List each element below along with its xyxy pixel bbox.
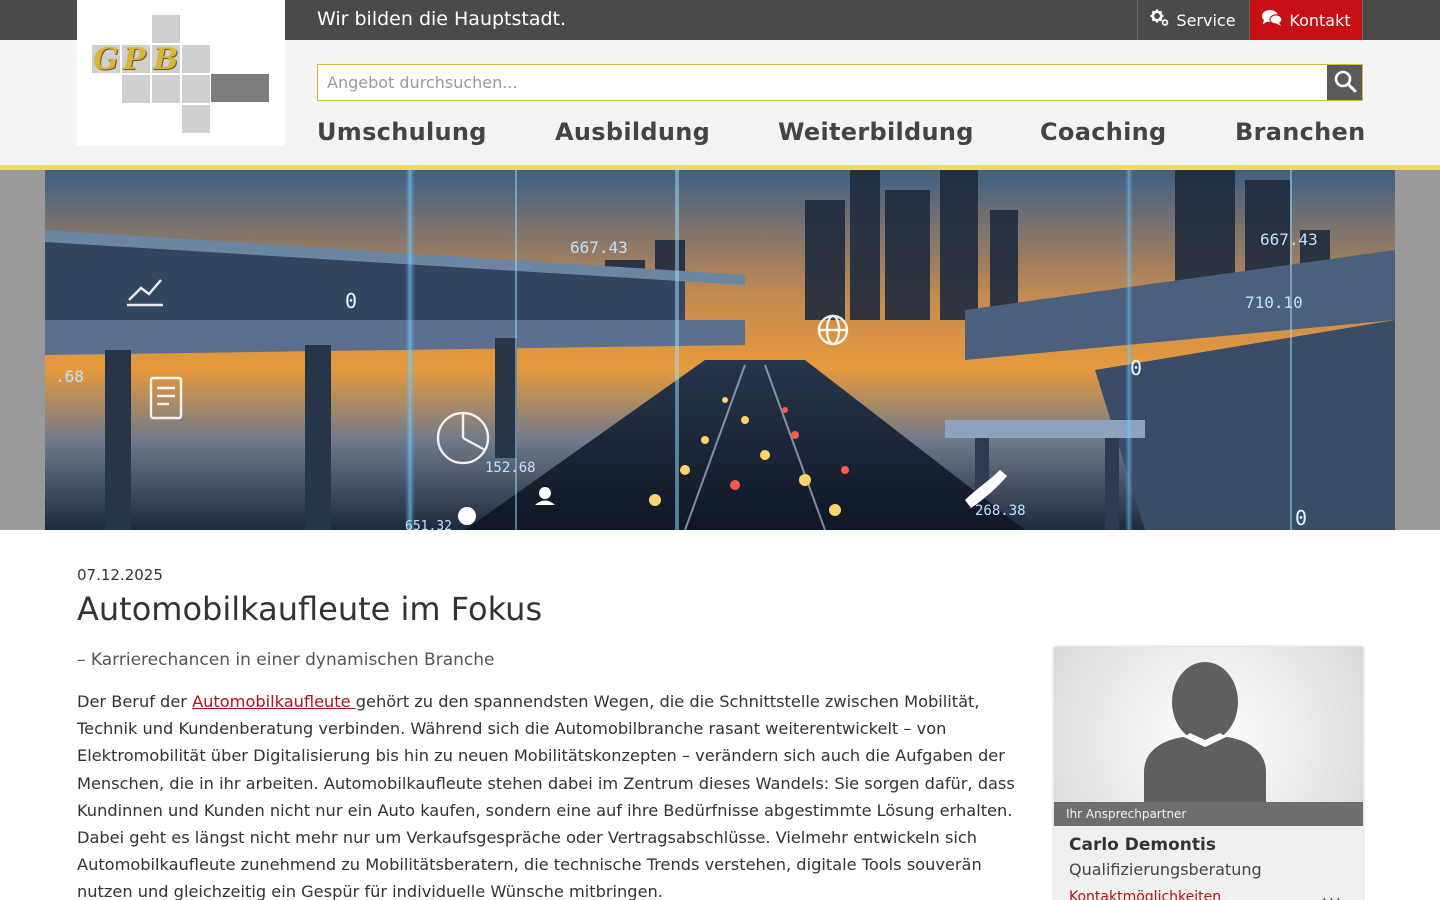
search-icon: [1333, 69, 1357, 97]
kontakt-label: Kontakt: [1289, 10, 1351, 30]
hero-number: 0: [1295, 506, 1307, 530]
search-button[interactable]: [1327, 65, 1362, 100]
hero-number: 268.38: [975, 503, 1026, 519]
logo-cell: [121, 74, 151, 104]
nav-item-umschulung[interactable]: Umschulung: [317, 118, 487, 148]
logo-cell: [151, 14, 181, 44]
contact-card: Ihr Ansprechpartner Carlo Demontis Quali…: [1054, 647, 1363, 900]
gears-icon: [1150, 9, 1170, 31]
logo-letter-p: P: [123, 42, 146, 77]
contact-name: Carlo Demontis: [1069, 835, 1216, 855]
more-options-icon[interactable]: ...: [1322, 885, 1343, 900]
service-button[interactable]: Service: [1137, 0, 1248, 40]
hero-number: 651.32: [405, 519, 452, 530]
logo-cell: [151, 74, 181, 104]
hero-number: 710.10: [1245, 293, 1303, 312]
para-start: Der Beruf der: [77, 692, 193, 711]
hero-number: 667.43: [570, 238, 628, 257]
logo-bar: [211, 74, 269, 102]
logo-cell: [181, 74, 211, 104]
tagline: Wir bilden die Hauptstadt.: [317, 8, 567, 30]
contact-photo: [1054, 647, 1363, 802]
person-silhouette-icon: [1054, 662, 1363, 802]
gpb-logo[interactable]: G P B: [77, 0, 285, 146]
logo-letter-b: B: [153, 42, 179, 77]
contact-card-label: Ihr Ansprechpartner: [1054, 802, 1363, 826]
hero-image: 667.43 667.43 710.10 .68 152.68 268.38 6…: [45, 170, 1395, 530]
chat-bubbles-icon: [1261, 9, 1283, 31]
service-label: Service: [1176, 10, 1236, 30]
hero-number: .68: [55, 367, 84, 386]
article-title: Automobilkaufleute im Fokus: [77, 590, 543, 628]
article-date: 07.12.2025: [77, 566, 163, 584]
hero-number: 0: [345, 289, 357, 313]
hero-number: 0: [1130, 356, 1142, 380]
article-paragraph: Der Beruf der Automobilkaufleute gehört …: [77, 688, 1017, 900]
search-bar: [317, 64, 1363, 101]
hero-number: 667.43: [1260, 230, 1318, 249]
article-subtitle: – Karrierechancen in einer dynamischen B…: [77, 650, 495, 670]
search-input[interactable]: [318, 65, 1328, 100]
logo-cell: [181, 44, 211, 74]
para-rest: gehört zu den spannendsten Wegen, die di…: [77, 692, 1015, 900]
nav-item-coaching[interactable]: Coaching: [1040, 118, 1167, 148]
contact-options-link[interactable]: Kontaktmöglichkeiten: [1069, 889, 1221, 900]
nav-item-weiterbildung[interactable]: Weiterbildung: [778, 118, 974, 148]
logo-cell: [181, 104, 211, 134]
automobilkaufleute-link[interactable]: Automobilkaufleute: [192, 692, 356, 711]
hero-number: 152.68: [485, 460, 536, 476]
hero-banner: 667.43 667.43 710.10 .68 152.68 268.38 6…: [0, 170, 1440, 530]
nav-item-ausbildung[interactable]: Ausbildung: [555, 118, 710, 148]
kontakt-button[interactable]: Kontakt: [1249, 0, 1363, 40]
logo-letter-g: G: [93, 42, 119, 77]
nav-item-branchen[interactable]: Branchen: [1235, 118, 1366, 148]
contact-role: Qualifizierungsberatung: [1069, 860, 1262, 879]
